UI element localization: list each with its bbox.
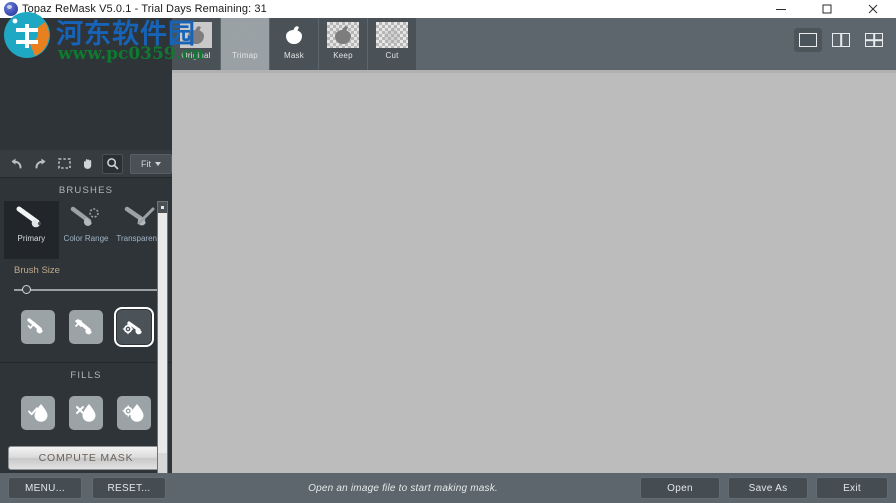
fills-section-label: FILLS (70, 370, 102, 381)
tab-keep-label: Keep (333, 51, 353, 60)
panel-preview-area (0, 18, 172, 150)
apple-on-checker-thumb (327, 22, 359, 48)
scroll-up-button[interactable] (158, 202, 167, 213)
brush-primary-icon (16, 206, 42, 228)
zoom-level-dropdown[interactable]: Fit (129, 153, 172, 174)
faint-checker-thumb (376, 22, 408, 48)
single-pane-icon (799, 33, 817, 47)
chevron-down-icon (154, 161, 161, 166)
two-pane-icon (832, 33, 850, 47)
exit-button[interactable]: Exit (816, 477, 888, 499)
reset-button[interactable]: RESET... (92, 477, 166, 499)
compute-brush-button[interactable] (114, 307, 154, 347)
brush-type-group: Primary Color Range Transparency (0, 201, 172, 259)
marquee-select-icon[interactable] (54, 154, 75, 174)
drop-x-icon (76, 404, 96, 422)
left-panel: Fit BRUSHES Primary Color Range Transpar… (0, 18, 172, 489)
window-title: Topaz ReMask V5.0.1 - Trial Days Remaini… (22, 3, 267, 15)
status-bar: MENU... RESET... Open an image file to s… (0, 473, 896, 503)
image-canvas[interactable] (172, 70, 896, 473)
brush-transparency-icon (124, 206, 155, 226)
brush-size-slider[interactable] (14, 284, 158, 296)
single-pane-button[interactable] (794, 28, 822, 52)
tab-cut[interactable]: Cut (368, 18, 416, 70)
maximize-icon[interactable] (804, 0, 850, 18)
apple-white-thumb (278, 22, 310, 48)
navigation-toolbar: Fit (0, 150, 172, 178)
app-window: Topaz ReMask V5.0.1 - Trial Days Remaini… (0, 0, 896, 503)
zoom-level-label: Fit (140, 158, 151, 169)
brush-primary-label: Primary (17, 234, 46, 243)
close-icon[interactable] (850, 0, 896, 18)
view-mode-tabs: Original Trimap Mask Keep Cut (172, 18, 417, 70)
apple-on-grey-thumb (180, 22, 212, 48)
menu-button[interactable]: MENU... (8, 477, 82, 499)
brush-x-icon (75, 319, 92, 335)
two-pane-button[interactable] (827, 28, 855, 52)
sidebar-scrollbar[interactable] (157, 201, 168, 489)
four-pane-button[interactable] (860, 28, 888, 52)
compute-mask-wrap: COMPUTE MASK (0, 440, 172, 470)
tab-keep[interactable]: Keep (319, 18, 367, 70)
compute-fill-button[interactable] (117, 396, 151, 430)
title-bar: Topaz ReMask V5.0.1 - Trial Days Remaini… (0, 0, 896, 18)
magnifier-icon[interactable] (101, 153, 123, 174)
topaz-orb-icon (4, 2, 18, 16)
apple-outline-thumb (229, 22, 261, 48)
keep-fill-button[interactable] (21, 396, 55, 430)
brush-mode-group (0, 296, 172, 350)
tab-cut-label: Cut (385, 51, 399, 60)
tab-mask[interactable]: Mask (270, 18, 318, 70)
brush-color-range-button[interactable]: Color Range (59, 201, 114, 259)
compute-mask-button[interactable]: COMPUTE MASK (8, 446, 164, 470)
fill-mode-group (0, 386, 172, 440)
tab-mask-label: Mask (284, 51, 304, 60)
brush-check-icon (27, 318, 43, 334)
hand-pan-icon[interactable] (78, 154, 99, 174)
tab-trimap[interactable]: Trimap (221, 18, 269, 70)
brush-size-label: Brush Size (14, 265, 60, 276)
brush-color-range-icon (70, 206, 99, 226)
redo-arrow-icon[interactable] (30, 154, 51, 174)
brush-gear-icon (122, 321, 142, 335)
cut-brush-button[interactable] (69, 310, 103, 344)
tab-trimap-label: Trimap (232, 51, 258, 60)
save-as-button[interactable]: Save As (728, 477, 808, 499)
drop-gear-icon (122, 404, 144, 422)
layout-toggle-group (794, 28, 888, 52)
open-button[interactable]: Open (640, 477, 720, 499)
status-message: Open an image file to start making mask. (308, 482, 498, 494)
slider-track (14, 289, 158, 291)
brushes-section-label: BRUSHES (58, 185, 114, 196)
four-pane-icon (865, 33, 883, 47)
scrollbar-thumb[interactable] (158, 213, 167, 453)
cut-fill-button[interactable] (69, 396, 103, 430)
canvas-top-edge (172, 70, 896, 73)
minimize-icon[interactable] (758, 0, 804, 18)
undo-arrow-icon[interactable] (6, 154, 27, 174)
tools-scroll-area: BRUSHES Primary Color Range Transparency… (0, 178, 172, 473)
tab-original[interactable]: Original (172, 18, 220, 70)
tab-original-label: Original (181, 51, 211, 60)
slider-handle[interactable] (22, 285, 31, 294)
brush-primary-button[interactable]: Primary (4, 201, 59, 259)
keep-brush-button[interactable] (21, 310, 55, 344)
brush-color-range-label: Color Range (63, 234, 109, 243)
drop-check-icon (28, 404, 48, 422)
